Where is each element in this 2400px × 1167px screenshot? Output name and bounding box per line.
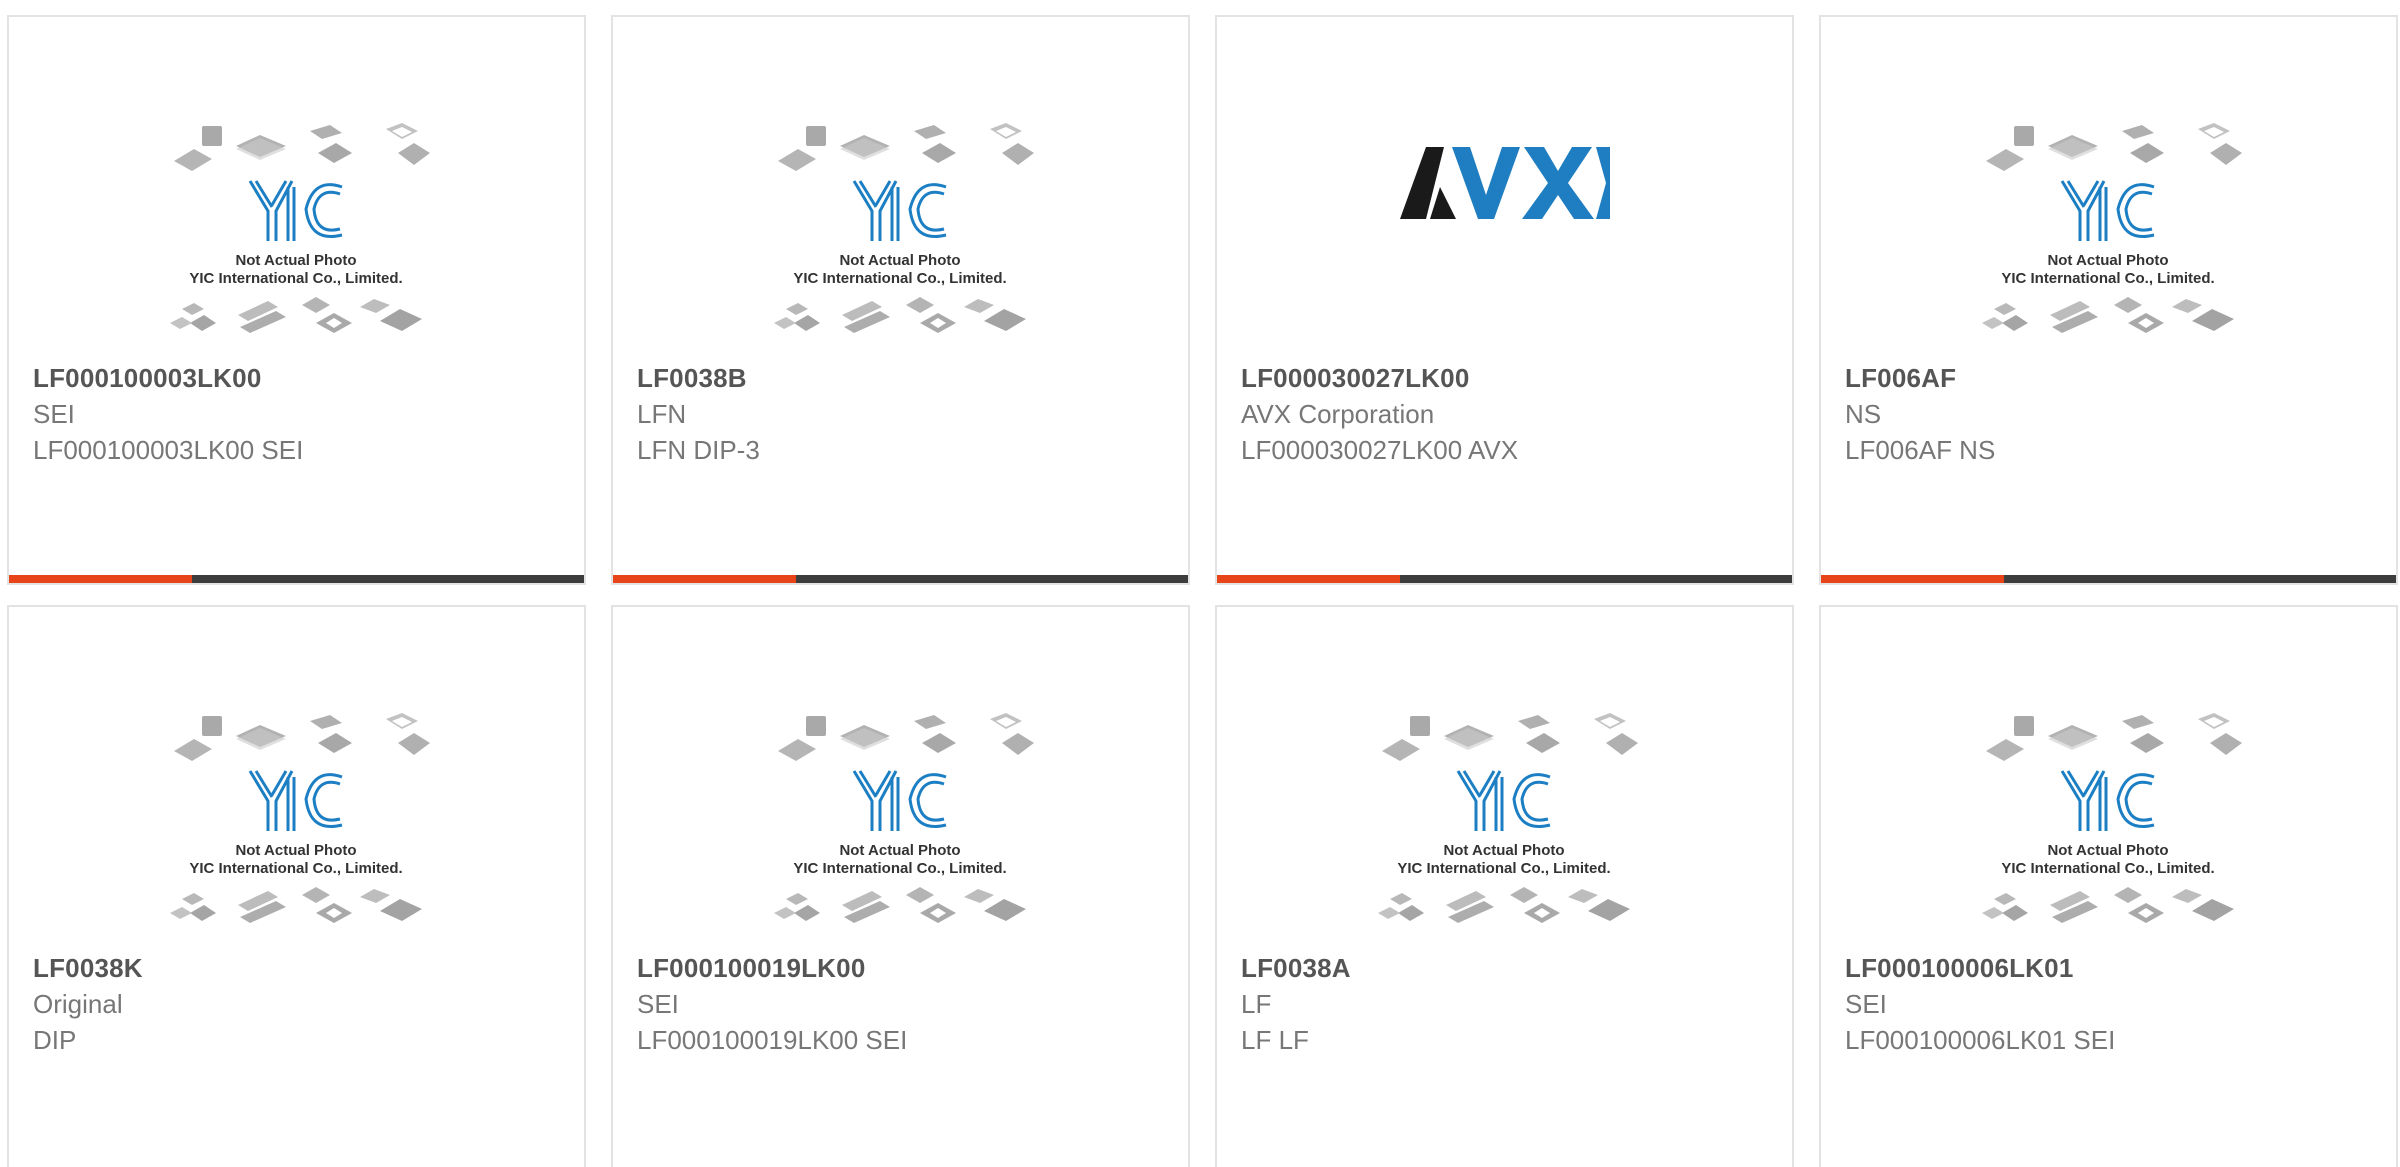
card-accent: [9, 575, 192, 583]
manufacturer: SEI: [637, 989, 679, 1019]
product-image[interactable]: [1217, 17, 1792, 347]
product-card[interactable]: LF000100003LK00 SEI LF000100003LK00 SEI: [7, 15, 586, 585]
placeholder-image: [772, 711, 1036, 925]
part-number[interactable]: LF000030027LK00: [1241, 360, 1776, 396]
description: LF000030027LK00 AVX: [1241, 435, 1519, 465]
product-card[interactable]: LF000030027LK00 AVX Corporation LF000030…: [1215, 15, 1794, 585]
product-card[interactable]: LF000100006LK01 SEI LF000100006LK01 SEI: [1819, 605, 2398, 1167]
card-bottom-bar: [1821, 575, 2396, 583]
placeholder-image: [1980, 711, 2244, 925]
description: DIP: [33, 1025, 77, 1055]
product-card[interactable]: LF0038A LF LF LF: [1215, 605, 1794, 1167]
card-bottom-bar: [613, 575, 1188, 583]
product-grid: LF000100003LK00 SEI LF000100003LK00 SEI …: [0, 0, 2400, 1167]
placeholder-image: [168, 121, 432, 335]
product-image[interactable]: [9, 607, 584, 937]
product-card[interactable]: LF006AF NS LF006AF NS: [1819, 15, 2398, 585]
card-accent: [1217, 575, 1400, 583]
manufacturer: NS: [1845, 399, 1882, 429]
description: LF000100003LK00 SEI: [33, 435, 304, 465]
placeholder-image: [168, 711, 432, 925]
part-number[interactable]: LF000100003LK00: [33, 360, 568, 396]
description: LF LF: [1241, 1025, 1309, 1055]
part-number[interactable]: LF0038A: [1241, 950, 1776, 986]
product-card[interactable]: LF000100019LK00 SEI LF000100019LK00 SEI: [611, 605, 1190, 1167]
description: LF000100006LK01 SEI: [1845, 1025, 2116, 1055]
part-number[interactable]: LF006AF: [1845, 360, 2380, 396]
manufacturer: SEI: [1845, 989, 1887, 1019]
card-bottom-bar: [9, 575, 584, 583]
manufacturer: AVX Corporation: [1241, 399, 1435, 429]
description: LF006AF NS: [1845, 435, 1996, 465]
manufacturer: LF: [1241, 989, 1272, 1019]
product-image[interactable]: [1821, 17, 2396, 347]
product-image[interactable]: [1821, 607, 2396, 937]
part-number[interactable]: LF000100019LK00: [637, 950, 1172, 986]
description: LFN DIP-3: [637, 435, 760, 465]
product-image[interactable]: [613, 607, 1188, 937]
product-card[interactable]: LF0038K Original DIP: [7, 605, 586, 1167]
part-number[interactable]: LF000100006LK01: [1845, 950, 2380, 986]
placeholder-image: [772, 121, 1036, 335]
placeholder-image: [1376, 711, 1640, 925]
manufacturer: Original: [33, 989, 123, 1019]
product-image[interactable]: [613, 17, 1188, 347]
product-image[interactable]: [1217, 607, 1792, 937]
part-number[interactable]: LF0038B: [637, 360, 1172, 396]
card-accent: [1821, 575, 2004, 583]
avx-logo: [1400, 147, 1610, 219]
card-bottom-bar: [1217, 575, 1792, 583]
part-number[interactable]: LF0038K: [33, 950, 568, 986]
card-accent: [613, 575, 796, 583]
description: LF000100019LK00 SEI: [637, 1025, 908, 1055]
product-card[interactable]: LF0038B LFN LFN DIP-3: [611, 15, 1190, 585]
manufacturer: SEI: [33, 399, 75, 429]
product-image[interactable]: [9, 17, 584, 347]
placeholder-image: [1980, 121, 2244, 335]
manufacturer: LFN: [637, 399, 687, 429]
